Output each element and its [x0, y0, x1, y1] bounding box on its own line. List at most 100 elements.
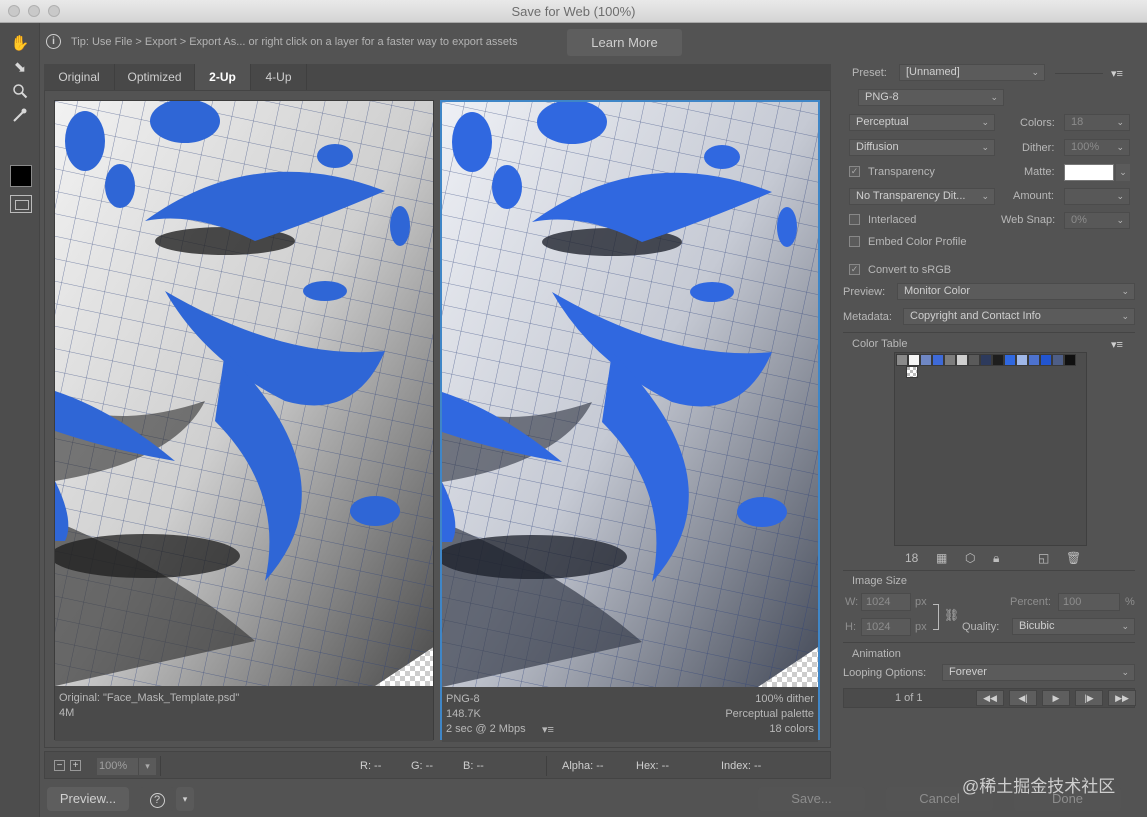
- zoom-tool-icon[interactable]: [9, 80, 31, 102]
- optimized-size: 148.7K: [446, 708, 481, 720]
- last-frame-icon[interactable]: ▶▶: [1108, 690, 1136, 706]
- web-shift-icon[interactable]: ⬡: [965, 551, 975, 565]
- format-select[interactable]: PNG-8 ⌄: [858, 89, 1004, 106]
- frame-counter: 1 of 1: [895, 692, 923, 704]
- color-table-cell[interactable]: [1052, 354, 1064, 366]
- save-button[interactable]: Save...: [758, 787, 865, 811]
- chevron-down-icon: ⌄: [1121, 311, 1129, 321]
- eyedropper-color-swatch[interactable]: [10, 165, 32, 187]
- original-info: Original: "Face_Mask_Template.psd" 4M: [55, 688, 433, 741]
- color-table-cell[interactable]: [896, 354, 908, 366]
- color-table-cell[interactable]: [980, 354, 992, 366]
- zoom-out-button[interactable]: −: [54, 760, 65, 771]
- original-pane[interactable]: Original: "Face_Mask_Template.psd" 4M: [54, 100, 434, 741]
- height-field[interactable]: 1024: [861, 618, 911, 636]
- transparency-dither-value: No Transparency Dit...: [856, 190, 966, 202]
- original-filename: Original: "Face_Mask_Template.psd": [59, 692, 240, 704]
- previous-frame-icon[interactable]: ◀|: [1009, 690, 1037, 706]
- learn-more-button[interactable]: Learn More: [567, 29, 682, 56]
- dither-algorithm-select[interactable]: Diffusion ⌄: [849, 139, 995, 156]
- link-chain-icon[interactable]: ⛓︎: [944, 608, 959, 622]
- color-table-cell[interactable]: [1040, 354, 1052, 366]
- first-frame-icon[interactable]: ◀◀: [976, 690, 1004, 706]
- looping-label: Looping Options:: [843, 667, 927, 679]
- download-speed-menu-icon[interactable]: ▾≡: [542, 723, 554, 736]
- chevron-down-icon: ⌄: [1116, 117, 1124, 127]
- percent-field[interactable]: 100: [1058, 593, 1120, 611]
- color-table-cell[interactable]: [956, 354, 968, 366]
- zoom-dropdown-chevron-icon[interactable]: ▾: [138, 758, 156, 775]
- tab-original[interactable]: Original: [44, 64, 115, 90]
- optimized-format: PNG-8: [446, 693, 480, 705]
- section-divider: [843, 570, 1135, 571]
- metadata-select[interactable]: Copyright and Contact Info ⌄: [903, 308, 1135, 325]
- zoom-in-button[interactable]: +: [70, 760, 81, 771]
- toggle-slices-icon[interactable]: [10, 195, 32, 213]
- tab-2-up[interactable]: 2-Up: [195, 64, 251, 90]
- colors-select[interactable]: 18 ⌄: [1064, 114, 1130, 131]
- color-table-cell[interactable]: [968, 354, 980, 366]
- delete-color-icon[interactable]: 🗑︎: [1066, 551, 1081, 565]
- tab-4-up[interactable]: 4-Up: [251, 64, 307, 90]
- amount-select[interactable]: ⌄: [1064, 188, 1130, 205]
- chevron-down-icon: ⌄: [1116, 191, 1124, 201]
- play-icon[interactable]: ▶: [1042, 690, 1070, 706]
- looping-value: Forever: [949, 666, 987, 678]
- quality-label: Quality:: [962, 621, 1000, 633]
- status-divider: [160, 756, 161, 776]
- color-table-cell[interactable]: [992, 354, 1004, 366]
- color-table-cell[interactable]: [1028, 354, 1040, 366]
- chevron-down-icon: ⌄: [1121, 286, 1129, 296]
- dither-amount-select[interactable]: 100% ⌄: [1064, 139, 1130, 156]
- color-table-grid[interactable]: [894, 352, 1087, 546]
- interlaced-checkbox[interactable]: [849, 214, 860, 225]
- section-divider: [843, 642, 1135, 643]
- preset-select[interactable]: [Unnamed] ⌄: [899, 64, 1045, 81]
- chevron-down-icon: ⌄: [1031, 67, 1039, 77]
- color-table-cell[interactable]: [1004, 354, 1016, 366]
- new-color-icon[interactable]: ◱: [1038, 551, 1049, 565]
- metadata-value: Copyright and Contact Info: [910, 310, 1041, 322]
- eyedropper-tool-icon[interactable]: [9, 104, 31, 126]
- color-table-cell[interactable]: [944, 354, 956, 366]
- color-table-menu-icon[interactable]: ▾≡: [1111, 338, 1123, 351]
- preview-button[interactable]: Preview...: [47, 787, 129, 811]
- matte-chevron-icon[interactable]: ⌄: [1116, 164, 1130, 181]
- web-snap-select[interactable]: 0% ⌄: [1064, 212, 1130, 229]
- matte-color-swatch[interactable]: [1064, 164, 1114, 181]
- help-icon[interactable]: ?: [140, 787, 174, 811]
- convert-srgb-checkbox[interactable]: ✓: [849, 264, 860, 275]
- optimize-menu-icon[interactable]: ▾≡: [1111, 67, 1123, 80]
- embed-profile-checkbox[interactable]: [849, 236, 860, 247]
- map-to-transparent-icon[interactable]: ▦: [936, 551, 947, 565]
- help-dropdown-chevron-icon[interactable]: ▾: [176, 787, 194, 811]
- lock-color-icon[interactable]: 🔒︎: [993, 551, 999, 566]
- tab-optimized[interactable]: Optimized: [115, 64, 195, 90]
- quality-select[interactable]: Bicubic ⌄: [1012, 618, 1135, 635]
- convert-srgb-label: Convert to sRGB: [868, 264, 952, 276]
- color-table-cell[interactable]: [908, 354, 920, 366]
- height-unit: px: [915, 621, 927, 633]
- width-field[interactable]: 1024: [861, 593, 911, 611]
- chevron-down-icon: ⌄: [990, 92, 998, 102]
- transparency-dither-select[interactable]: No Transparency Dit... ⌄: [849, 188, 995, 205]
- info-icon: i: [46, 34, 61, 49]
- status-bar: − + 100% ▾ R: -- G: -- B: -- Alpha: -- H…: [44, 751, 831, 779]
- optimized-pane[interactable]: PNG-8 148.7K 2 sec @ 2 Mbps ▾≡ 100% dith…: [440, 100, 820, 742]
- color-table-cell[interactable]: [1064, 354, 1076, 366]
- color-table-cell[interactable]: [920, 354, 932, 366]
- looping-select[interactable]: Forever ⌄: [942, 664, 1135, 681]
- hand-tool-icon[interactable]: ✋: [9, 32, 31, 54]
- color-table-cell[interactable]: [932, 354, 944, 366]
- next-frame-icon[interactable]: |▶: [1075, 690, 1103, 706]
- original-image: [55, 101, 433, 686]
- color-table-cell[interactable]: [1016, 354, 1028, 366]
- slice-select-tool-icon[interactable]: ⬊: [9, 56, 31, 78]
- tip-text: Tip: Use File > Export > Export As... or…: [71, 36, 518, 48]
- color-table-transparent-cell[interactable]: [906, 366, 918, 378]
- preview-select[interactable]: Monitor Color ⌄: [897, 283, 1135, 300]
- color-count: 18: [905, 551, 919, 565]
- optimized-speed: 2 sec @ 2 Mbps: [446, 723, 526, 735]
- color-reduction-select[interactable]: Perceptual ⌄: [849, 114, 995, 131]
- transparency-checkbox[interactable]: ✓: [849, 166, 860, 177]
